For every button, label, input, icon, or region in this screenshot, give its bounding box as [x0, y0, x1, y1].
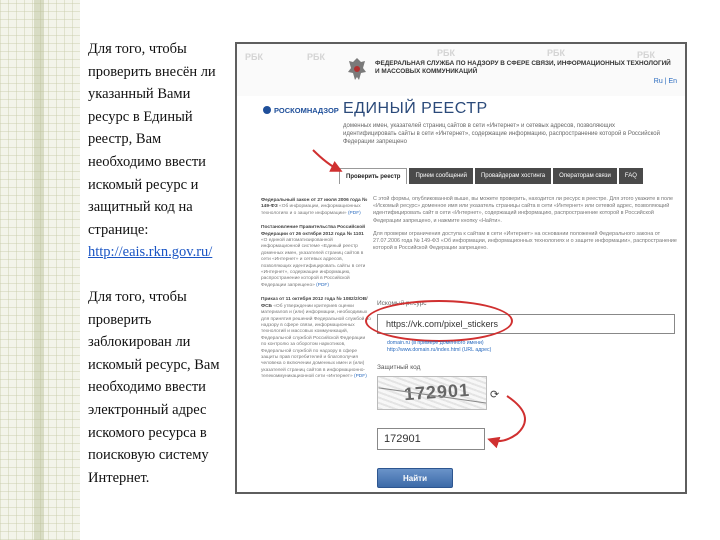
registry-screenshot: РБК РБК РБК РБК РБК Федеральная служба п… — [235, 42, 687, 494]
background-stripe — [34, 0, 44, 540]
instruction-check-registry-text: Для того, чтобы проверить внесён ли указ… — [88, 41, 216, 238]
arrow-captcha-to-input — [487, 395, 526, 449]
instruction-check-blocked: Для того, чтобы проверить заблокирован л… — [88, 288, 220, 486]
arrow-to-tab — [312, 149, 343, 172]
slide-text: Для того, чтобы проверить внесён ли указ… — [88, 38, 233, 511]
annotation-arrows — [312, 149, 526, 449]
eais-link[interactable]: http://eais.rkn.gov.ru/ — [88, 244, 212, 260]
instruction-check-registry: Для того, чтобы проверить внесён ли указ… — [88, 38, 233, 264]
